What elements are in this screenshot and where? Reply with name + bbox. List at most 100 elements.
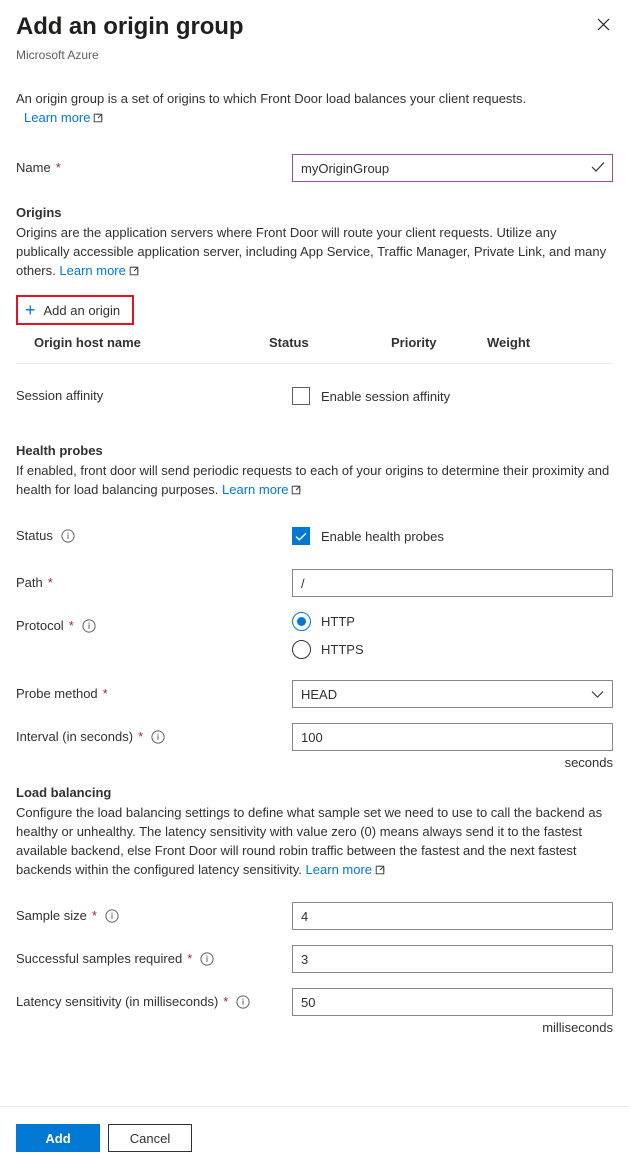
protocol-option-http-label[interactable]: HTTP xyxy=(321,614,355,629)
name-label: Name xyxy=(16,160,51,175)
info-icon[interactable] xyxy=(200,952,214,966)
latency-sensitivity-row: Latency sensitivity (in milliseconds) * … xyxy=(16,988,613,1035)
protocol-required-marker: * xyxy=(68,618,74,633)
successful-samples-label: Successful samples required xyxy=(16,951,183,966)
load-balancing-section: Load balancing Configure the load balanc… xyxy=(16,784,613,880)
protocol-label-wrap: Protocol * xyxy=(16,612,292,640)
protocol-option-https[interactable]: HTTPS xyxy=(292,640,613,659)
protocol-radio-group: HTTP HTTPS xyxy=(292,612,613,659)
probe-method-field-wrap: HEAD xyxy=(292,680,613,708)
load-balancing-learn-more-link[interactable]: Learn more xyxy=(306,862,372,877)
health-probes-learn-more-link[interactable]: Learn more xyxy=(222,482,288,497)
add-an-origin-button[interactable]: + Add an origin xyxy=(21,300,124,320)
latency-sensitivity-input[interactable] xyxy=(292,988,613,1016)
successful-samples-required-marker: * xyxy=(187,951,193,966)
protocol-row: Protocol * HTTP HTTPS xyxy=(16,612,613,659)
health-probe-status-label-wrap: Status xyxy=(16,522,292,550)
close-glyph xyxy=(597,18,609,30)
enable-health-probes-checkbox[interactable] xyxy=(292,527,310,545)
enable-session-affinity-checkbox-row[interactable]: Enable session affinity xyxy=(292,382,613,410)
name-row: Name * xyxy=(16,154,613,182)
path-required-marker: * xyxy=(47,575,53,590)
latency-sensitivity-required-marker: * xyxy=(223,994,229,1009)
path-label-wrap: Path * xyxy=(16,569,292,597)
latency-sensitivity-field-wrap: milliseconds xyxy=(292,988,613,1035)
info-icon[interactable] xyxy=(61,529,75,543)
enable-health-probes-label[interactable]: Enable health probes xyxy=(321,529,444,544)
sample-size-input[interactable] xyxy=(292,902,613,930)
origins-section-description: Origins are the application servers wher… xyxy=(16,223,613,281)
path-label: Path xyxy=(16,575,43,590)
add-button[interactable]: Add xyxy=(16,1124,100,1152)
origins-table: Origin host name Status Priority Weight xyxy=(16,335,613,364)
sample-size-field-wrap xyxy=(292,902,613,930)
checkmark-icon xyxy=(295,532,307,541)
path-row: Path * xyxy=(16,569,613,597)
intro-learn-more-link[interactable]: Learn more xyxy=(24,110,90,125)
interval-row: Interval (in seconds) * seconds xyxy=(16,723,613,770)
interval-unit-label: seconds xyxy=(564,755,613,770)
interval-required-marker: * xyxy=(138,729,144,744)
panel-footer: Add Cancel xyxy=(0,1106,629,1169)
session-affinity-row: Session affinity Enable session affinity xyxy=(16,382,613,410)
interval-field-wrap: seconds xyxy=(292,723,613,770)
probe-method-row: Probe method * HEAD xyxy=(16,680,613,708)
protocol-option-http[interactable]: HTTP xyxy=(292,612,613,631)
sample-size-required-marker: * xyxy=(91,908,97,923)
interval-label: Interval (in seconds) xyxy=(16,729,134,744)
session-affinity-field: Enable session affinity xyxy=(292,382,613,410)
protocol-option-https-label[interactable]: HTTPS xyxy=(321,642,364,657)
intro-learn-more-wrap: Learn more xyxy=(16,108,613,128)
protocol-radio-http[interactable] xyxy=(292,612,311,631)
close-icon[interactable] xyxy=(587,8,619,40)
origins-section: Origins Origins are the application serv… xyxy=(16,204,613,364)
origins-table-header-row: Origin host name Status Priority Weight xyxy=(16,335,613,364)
info-icon[interactable] xyxy=(105,909,119,923)
panel-content: An origin group is a set of origins to w… xyxy=(0,89,629,1035)
column-origin-host-name: Origin host name xyxy=(16,335,269,364)
protocol-radio-https[interactable] xyxy=(292,640,311,659)
probe-method-select[interactable]: HEAD xyxy=(292,680,613,708)
name-field-wrap xyxy=(292,154,613,182)
sample-size-label-wrap: Sample size * xyxy=(16,902,292,930)
protocol-field: HTTP HTTPS xyxy=(292,612,613,659)
successful-samples-row: Successful samples required * xyxy=(16,945,613,973)
enable-health-probes-checkbox-row[interactable]: Enable health probes xyxy=(292,522,613,550)
panel-header: Add an origin group Microsoft Azure xyxy=(0,0,629,63)
health-probe-status-field: Enable health probes xyxy=(292,522,613,550)
sample-size-row: Sample size * xyxy=(16,902,613,930)
name-input[interactable] xyxy=(292,154,613,182)
column-status: Status xyxy=(269,335,391,364)
sample-size-label: Sample size xyxy=(16,908,87,923)
interval-input[interactable] xyxy=(292,723,613,751)
enable-session-affinity-label[interactable]: Enable session affinity xyxy=(321,389,450,404)
add-origin-highlight-box: + Add an origin xyxy=(16,295,135,325)
health-probes-description-text: If enabled, front door will send periodi… xyxy=(16,463,610,497)
external-link-icon xyxy=(291,481,301,500)
name-required-marker: * xyxy=(55,160,61,175)
latency-sensitivity-input-wrap xyxy=(292,988,613,1016)
health-probes-section: Health probes If enabled, front door wil… xyxy=(16,442,613,500)
interval-label-wrap: Interval (in seconds) * xyxy=(16,723,292,751)
page-title: Add an origin group xyxy=(16,13,244,40)
successful-samples-field-wrap xyxy=(292,945,613,973)
external-link-icon xyxy=(375,861,385,880)
load-balancing-section-description: Configure the load balancing settings to… xyxy=(16,803,613,880)
add-origin-group-panel: Add an origin group Microsoft Azure An o… xyxy=(0,0,629,1169)
health-probe-status-row: Status Enable health probes xyxy=(16,522,613,550)
cancel-button[interactable]: Cancel xyxy=(108,1124,192,1152)
info-icon[interactable] xyxy=(236,995,250,1009)
health-probes-section-title: Health probes xyxy=(16,443,103,458)
path-input[interactable] xyxy=(292,569,613,597)
enable-session-affinity-checkbox[interactable] xyxy=(292,387,310,405)
info-icon[interactable] xyxy=(151,730,165,744)
successful-samples-input[interactable] xyxy=(292,945,613,973)
interval-input-wrap xyxy=(292,723,613,751)
origins-learn-more-link[interactable]: Learn more xyxy=(59,263,125,278)
probe-method-label: Probe method xyxy=(16,686,98,701)
column-weight: Weight xyxy=(487,335,613,364)
path-field-wrap xyxy=(292,569,613,597)
column-priority: Priority xyxy=(391,335,487,364)
load-balancing-section-title: Load balancing xyxy=(16,785,112,800)
info-icon[interactable] xyxy=(82,619,96,633)
